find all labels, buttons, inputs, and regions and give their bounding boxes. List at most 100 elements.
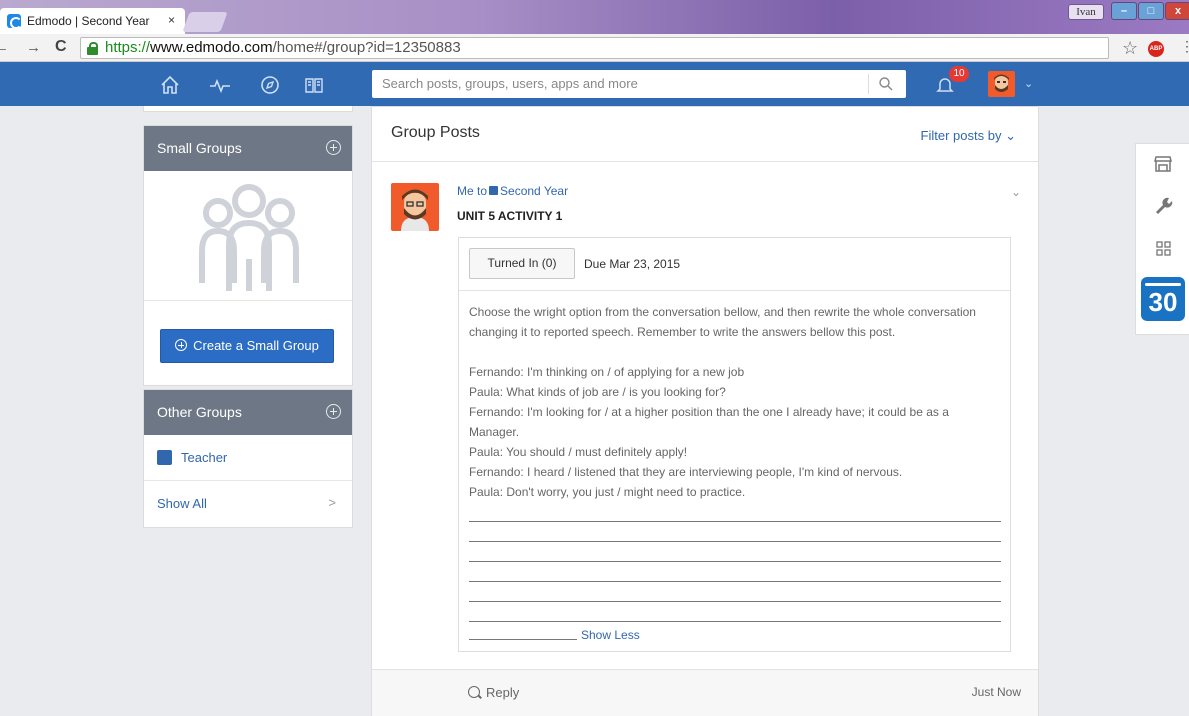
plus-circle-icon: [175, 339, 188, 351]
avatar-face-icon: [994, 74, 1009, 92]
add-small-group-icon[interactable]: [326, 140, 341, 155]
small-groups-header: Small Groups: [144, 126, 352, 171]
other-groups-header: Other Groups: [144, 390, 352, 435]
feed-title: Group Posts: [391, 124, 480, 141]
small-groups-illustration: [144, 171, 352, 301]
assignment-instructions: Choose the wright option from the conver…: [469, 305, 976, 339]
search-divider: [868, 74, 869, 94]
browser-titlebar: Edmodo | Second Year × Ivan – □ x: [0, 0, 1189, 34]
avatar-face-icon: [401, 189, 429, 231]
post-group-link[interactable]: Second Year: [500, 184, 568, 198]
post-meta: Me to Second Year: [457, 184, 568, 198]
browser-tab[interactable]: Edmodo | Second Year ×: [0, 8, 185, 34]
tab-title: Edmodo | Second Year: [27, 14, 150, 28]
add-group-icon[interactable]: [326, 404, 341, 419]
turned-in-button[interactable]: Turned In (0): [469, 248, 575, 279]
home-icon[interactable]: [159, 74, 181, 96]
dialogue-line: Paula: You should / must definitely appl…: [469, 445, 688, 459]
store-button[interactable]: [1136, 144, 1189, 184]
answer-line: [469, 602, 1001, 622]
tools-button[interactable]: [1136, 186, 1189, 226]
post-to-word: to: [477, 184, 488, 198]
assignment-header: Turned In (0) Due Mar 23, 2015: [459, 238, 1010, 291]
assignment-card: Turned In (0) Due Mar 23, 2015 Choose th…: [458, 237, 1011, 652]
other-groups-panel: Other Groups Teacher Show All >: [143, 389, 353, 528]
show-all-label: Show All: [157, 496, 207, 511]
back-arrow-icon[interactable]: ←: [0, 39, 9, 56]
show-all-groups[interactable]: Show All >: [144, 481, 352, 527]
group-color-icon: [489, 186, 499, 195]
post-author-avatar[interactable]: [391, 183, 439, 231]
notification-badge: 10: [949, 66, 969, 82]
search-input[interactable]: Search posts, groups, users, apps and mo…: [372, 70, 906, 98]
reload-icon[interactable]: C: [55, 38, 67, 56]
post-timestamp: Just Now: [971, 685, 1021, 699]
post-footer: Reply Just Now: [372, 669, 1038, 716]
account-caret-icon[interactable]: ⌄: [1024, 77, 1033, 90]
filter-posts-dropdown[interactable]: Filter posts by ⌄: [921, 128, 1016, 144]
tab-close-icon[interactable]: ×: [168, 13, 175, 27]
group-label: Teacher: [181, 450, 228, 465]
apps-grid-icon: [1156, 241, 1171, 256]
activity-icon[interactable]: [209, 74, 231, 96]
url-scheme: https://: [105, 39, 151, 56]
post-title: UNIT 5 ACTIVITY 1: [457, 209, 563, 223]
chevron-right-icon: >: [328, 495, 336, 510]
answer-line: [469, 562, 1001, 582]
small-groups-title: Small Groups: [157, 140, 242, 156]
window-controls: – □ x: [1110, 2, 1189, 20]
discover-icon[interactable]: [259, 74, 281, 96]
address-bar: ← → C https://www.edmodo.com/home#/group…: [0, 34, 1189, 62]
small-groups-action: Create a Small Group: [144, 301, 352, 385]
close-window-icon[interactable]: x: [1165, 2, 1189, 20]
answer-line: [469, 582, 1001, 602]
small-groups-panel: Small Groups Create a Small Group: [143, 125, 353, 386]
wrench-icon: [1156, 197, 1173, 214]
show-less-link[interactable]: Show Less: [581, 625, 640, 645]
search-placeholder: Search posts, groups, users, apps and mo…: [382, 76, 638, 91]
feed-header: Group Posts Filter posts by ⌄: [372, 107, 1038, 162]
post-options-chevron-icon[interactable]: ⌄: [1011, 185, 1021, 199]
group-item-teacher[interactable]: Teacher: [144, 435, 352, 481]
edmodo-favicon-icon: [7, 14, 22, 29]
answer-line-last: Show Less: [469, 622, 1001, 642]
library-icon[interactable]: [303, 74, 325, 96]
new-tab-button[interactable]: [182, 12, 228, 32]
dialogue-line: Paula: What kinds of job are / is you lo…: [469, 385, 726, 399]
dialogue-line: Fernando: I'm thinking on / of applying …: [469, 365, 745, 379]
url-field[interactable]: https://www.edmodo.com/home#/group?id=12…: [80, 37, 1109, 59]
url-host: www.edmodo.com: [150, 39, 273, 56]
dialogue-line: Paula: Don't worry, you just / might nee…: [469, 485, 746, 499]
lock-icon: [87, 42, 98, 55]
due-date: Due Mar 23, 2015: [584, 257, 681, 271]
answer-line: [469, 542, 1001, 562]
apps-button[interactable]: [1136, 228, 1189, 268]
create-small-group-label: Create a Small Group: [193, 338, 319, 353]
browser-menu-icon[interactable]: ⋮: [1180, 38, 1189, 55]
filter-label: Filter posts by: [920, 128, 1002, 143]
adblock-icon[interactable]: ABP: [1148, 41, 1164, 57]
dialogue-line: Fernando: I'm looking for / at a higher …: [469, 405, 949, 439]
answer-short-line: [469, 639, 577, 640]
forward-arrow-icon[interactable]: →: [26, 39, 41, 56]
search-icon[interactable]: [878, 76, 894, 92]
reply-button[interactable]: Reply: [468, 685, 519, 700]
create-small-group-button[interactable]: Create a Small Group: [160, 329, 334, 363]
store-icon: [1154, 156, 1172, 172]
calendar-icon[interactable]: 30: [1141, 277, 1185, 321]
bookmark-star-icon[interactable]: ☆: [1122, 38, 1138, 59]
other-groups-title: Other Groups: [157, 404, 242, 420]
top-navigation: Search posts, groups, users, apps and mo…: [0, 62, 1189, 106]
reply-icon: [468, 686, 480, 698]
sidebar-top-panel: [143, 106, 353, 112]
user-avatar[interactable]: [988, 71, 1015, 97]
chevron-down-icon: ⌄: [1005, 128, 1016, 143]
answer-line: [469, 522, 1001, 542]
assignment-body: Choose the wright option from the conver…: [469, 302, 1001, 642]
minimize-icon[interactable]: –: [1111, 2, 1137, 20]
people-group-icon: [199, 184, 299, 291]
maximize-icon[interactable]: □: [1138, 2, 1164, 20]
post-sender[interactable]: Me: [457, 184, 474, 198]
window-user-badge[interactable]: Ivan: [1068, 4, 1104, 20]
answer-line: [469, 502, 1001, 522]
